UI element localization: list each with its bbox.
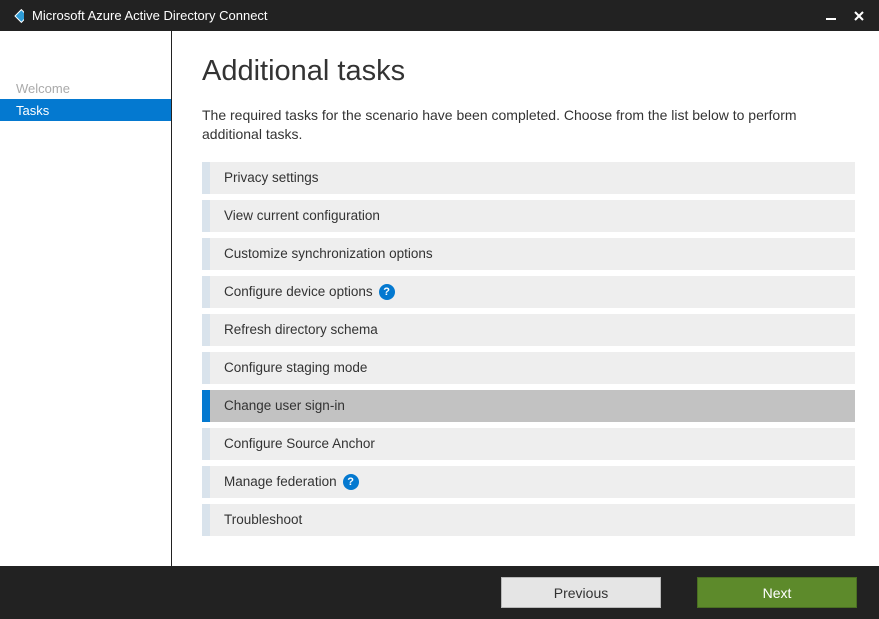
help-icon[interactable]: ? [343,474,359,490]
task-accent [202,314,210,346]
next-button[interactable]: Next [697,577,857,608]
task-troubleshoot[interactable]: Troubleshoot [202,504,855,536]
minimize-button[interactable] [817,7,845,25]
task-refresh-directory-schema[interactable]: Refresh directory schema [202,314,855,346]
task-customize-synchronization-options[interactable]: Customize synchronization options [202,238,855,270]
task-label: Troubleshoot [224,512,302,527]
window-title: Microsoft Azure Active Directory Connect [32,8,268,23]
sidebar-item-welcome[interactable]: Welcome [0,77,171,99]
task-view-current-configuration[interactable]: View current configuration [202,200,855,232]
app-icon [6,7,24,25]
task-label: Configure staging mode [224,360,367,375]
task-configure-device-options[interactable]: Configure device options ? [202,276,855,308]
task-privacy-settings[interactable]: Privacy settings [202,162,855,194]
task-accent [202,390,210,422]
task-accent [202,276,210,308]
task-label: View current configuration [224,208,380,223]
sidebar-item-label: Welcome [16,81,70,96]
task-accent [202,466,210,498]
sidebar-item-label: Tasks [16,103,49,118]
sidebar-item-tasks[interactable]: Tasks [0,99,171,121]
help-icon[interactable]: ? [379,284,395,300]
task-accent [202,162,210,194]
task-label: Customize synchronization options [224,246,433,261]
task-label: Change user sign-in [224,398,345,413]
task-list: Privacy settings View current configurat… [202,162,855,536]
task-accent [202,428,210,460]
sidebar: Welcome Tasks [0,31,172,566]
task-accent [202,200,210,232]
task-label: Configure device options [224,284,373,299]
main-panel: Additional tasks The required tasks for … [172,31,879,566]
task-manage-federation[interactable]: Manage federation ? [202,466,855,498]
page-title: Additional tasks [202,55,855,88]
task-label: Privacy settings [224,170,319,185]
task-configure-source-anchor[interactable]: Configure Source Anchor [202,428,855,460]
body: Welcome Tasks Additional tasks The requi… [0,31,879,566]
task-label: Refresh directory schema [224,322,378,337]
page-description: The required tasks for the scenario have… [202,106,855,144]
previous-button[interactable]: Previous [501,577,661,608]
title-bar: Microsoft Azure Active Directory Connect [0,0,879,31]
task-accent [202,238,210,270]
footer: Previous Next [0,566,879,619]
task-accent [202,352,210,384]
task-change-user-sign-in[interactable]: Change user sign-in [202,390,855,422]
close-button[interactable] [845,7,873,25]
task-accent [202,504,210,536]
task-label: Manage federation [224,474,337,489]
task-label: Configure Source Anchor [224,436,375,451]
task-configure-staging-mode[interactable]: Configure staging mode [202,352,855,384]
